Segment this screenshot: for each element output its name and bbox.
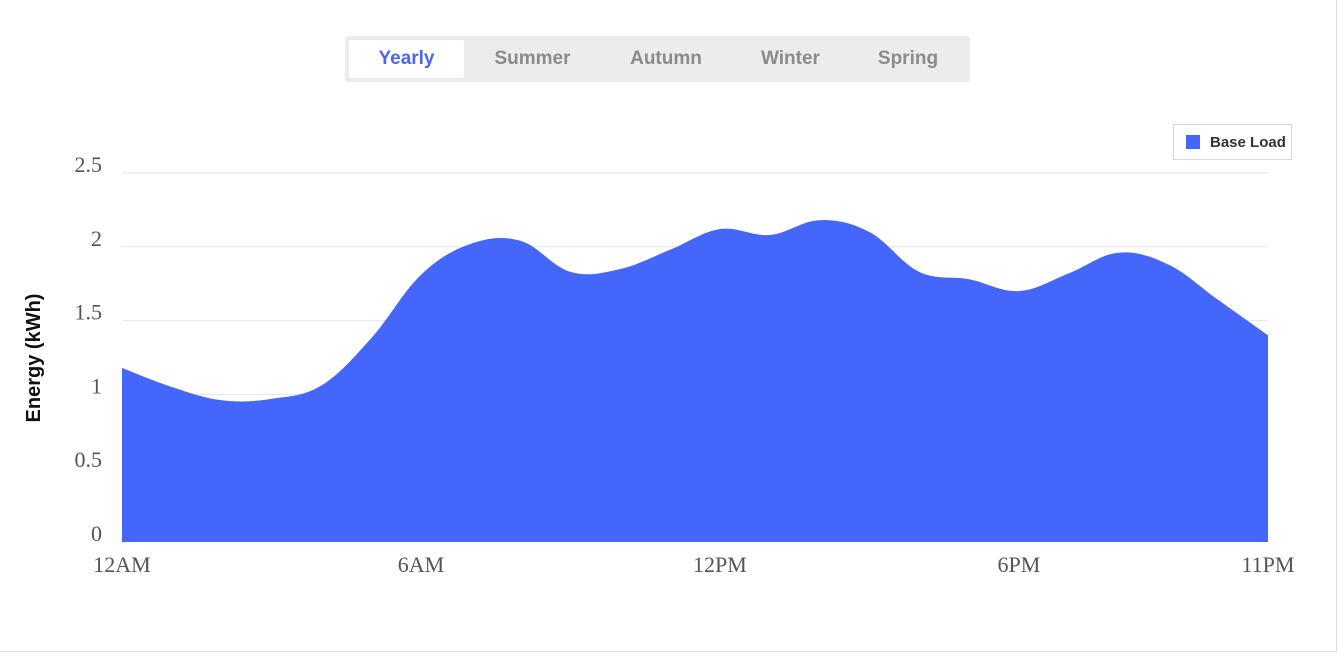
y-tick-label: 0 [91, 521, 102, 546]
series-area-group [116, 214, 1274, 542]
data-point[interactable] [1013, 285, 1025, 297]
data-point[interactable] [515, 235, 527, 247]
data-point[interactable] [1162, 259, 1174, 271]
series-area-base-load[interactable] [122, 220, 1268, 542]
data-point[interactable] [1262, 329, 1274, 341]
data-point[interactable] [913, 266, 925, 278]
data-point[interactable] [116, 362, 128, 374]
y-axis-label: Energy (kWh) [23, 294, 45, 423]
y-tick-label: 2 [91, 226, 102, 251]
data-point[interactable] [166, 381, 178, 393]
data-point[interactable] [814, 214, 826, 226]
data-point[interactable] [564, 266, 576, 278]
x-tick-label: 12AM [93, 552, 150, 577]
data-point[interactable] [863, 226, 875, 238]
area-chart: 0 0.5 1 1.5 2 2.5 12AM 6AM 12PM 6PM 11PM Energy (… [23, 152, 1294, 577]
data-point[interactable] [216, 394, 228, 406]
data-point[interactable] [963, 273, 975, 285]
data-point[interactable] [764, 229, 776, 241]
chart-legend[interactable]: Base Load [1173, 124, 1292, 160]
data-point[interactable] [1063, 267, 1075, 279]
y-tick-label: 1 [91, 373, 102, 398]
data-point[interactable] [465, 238, 477, 250]
x-tick-label: 12PM [693, 552, 747, 577]
y-tick-label: 0.5 [75, 447, 103, 472]
data-point[interactable] [265, 393, 277, 405]
y-axis-ticks: 0 0.5 1 1.5 2 2.5 [75, 152, 103, 546]
data-point[interactable] [415, 269, 427, 281]
x-tick-label: 11PM [1242, 552, 1295, 577]
x-axis-ticks: 12AM 6AM 12PM 6PM 11PM [93, 552, 1294, 577]
data-point[interactable] [1113, 247, 1125, 259]
data-point[interactable] [664, 244, 676, 256]
data-point[interactable] [1212, 294, 1224, 306]
data-point[interactable] [614, 263, 626, 275]
legend-label-base-load: Base Load [1210, 133, 1286, 151]
x-tick-label: 6PM [997, 552, 1040, 577]
y-tick-label: 1.5 [75, 300, 103, 325]
x-tick-label: 6AM [398, 552, 444, 577]
y-tick-label: 2.5 [75, 152, 103, 177]
data-point[interactable] [365, 332, 377, 344]
data-point[interactable] [315, 380, 327, 392]
data-point[interactable] [714, 223, 726, 235]
legend-swatch-base-load [1186, 135, 1200, 149]
